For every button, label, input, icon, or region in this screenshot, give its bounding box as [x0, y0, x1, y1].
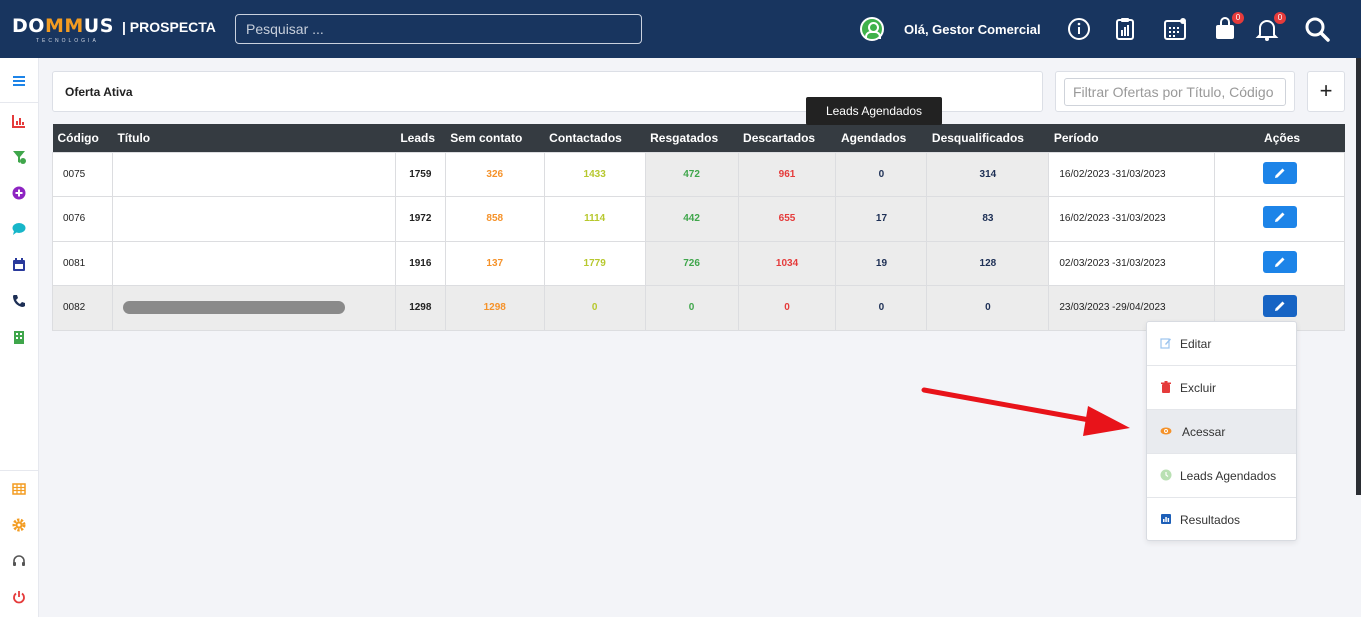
scrollbar[interactable]	[1356, 58, 1361, 495]
annotation-arrow-icon	[921, 387, 1130, 436]
